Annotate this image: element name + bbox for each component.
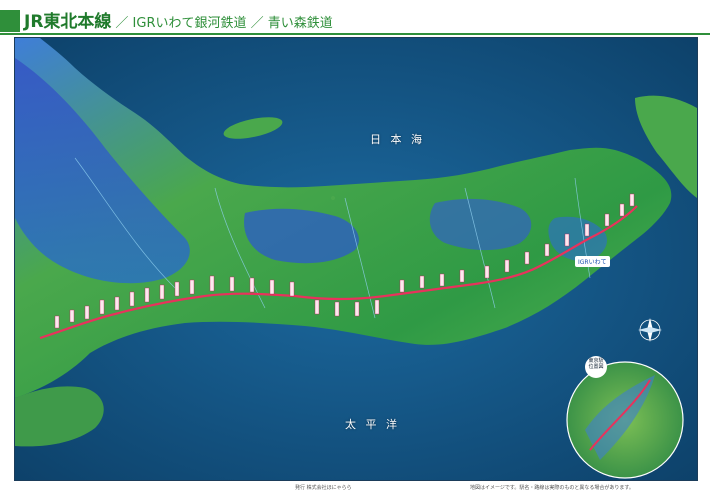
header-rule — [0, 33, 710, 35]
sea-label-north: 日 本 海 — [370, 133, 425, 146]
footer-publisher: 発行 株式会社ほにゃらら — [295, 485, 352, 491]
brand-accent-bar — [0, 10, 20, 32]
railway-label: IGRいわて — [575, 256, 610, 267]
mountains-ou — [429, 198, 532, 251]
inset-badge: 東京駅 位置図 — [585, 356, 607, 378]
title-main: JR東北本線 — [24, 12, 112, 32]
island-small — [331, 196, 335, 200]
footer-notes: 地図はイメージです。駅名・路線は実際のものと異なる場合があります。 — [470, 485, 634, 491]
title-sub: ／ IGRいわて銀河鉄道 ／ 青い森鉄道 — [115, 16, 333, 31]
map-canvas[interactable]: 日 本 海 太 平 洋 IGRいわて 東京駅 位置図 — [14, 37, 698, 481]
sea-label-south: 太 平 洋 — [345, 418, 400, 431]
page-title: JR東北本線 ／ IGRいわて銀河鉄道 ／ 青い森鉄道 — [24, 6, 333, 32]
inset-map — [566, 361, 684, 479]
header: JR東北本線 ／ IGRいわて銀河鉄道 ／ 青い森鉄道 — [0, 0, 710, 36]
footer: 発行 株式会社ほにゃらら 地図はイメージです。駅名・路線は実際のものと異なる場合… — [0, 480, 710, 501]
